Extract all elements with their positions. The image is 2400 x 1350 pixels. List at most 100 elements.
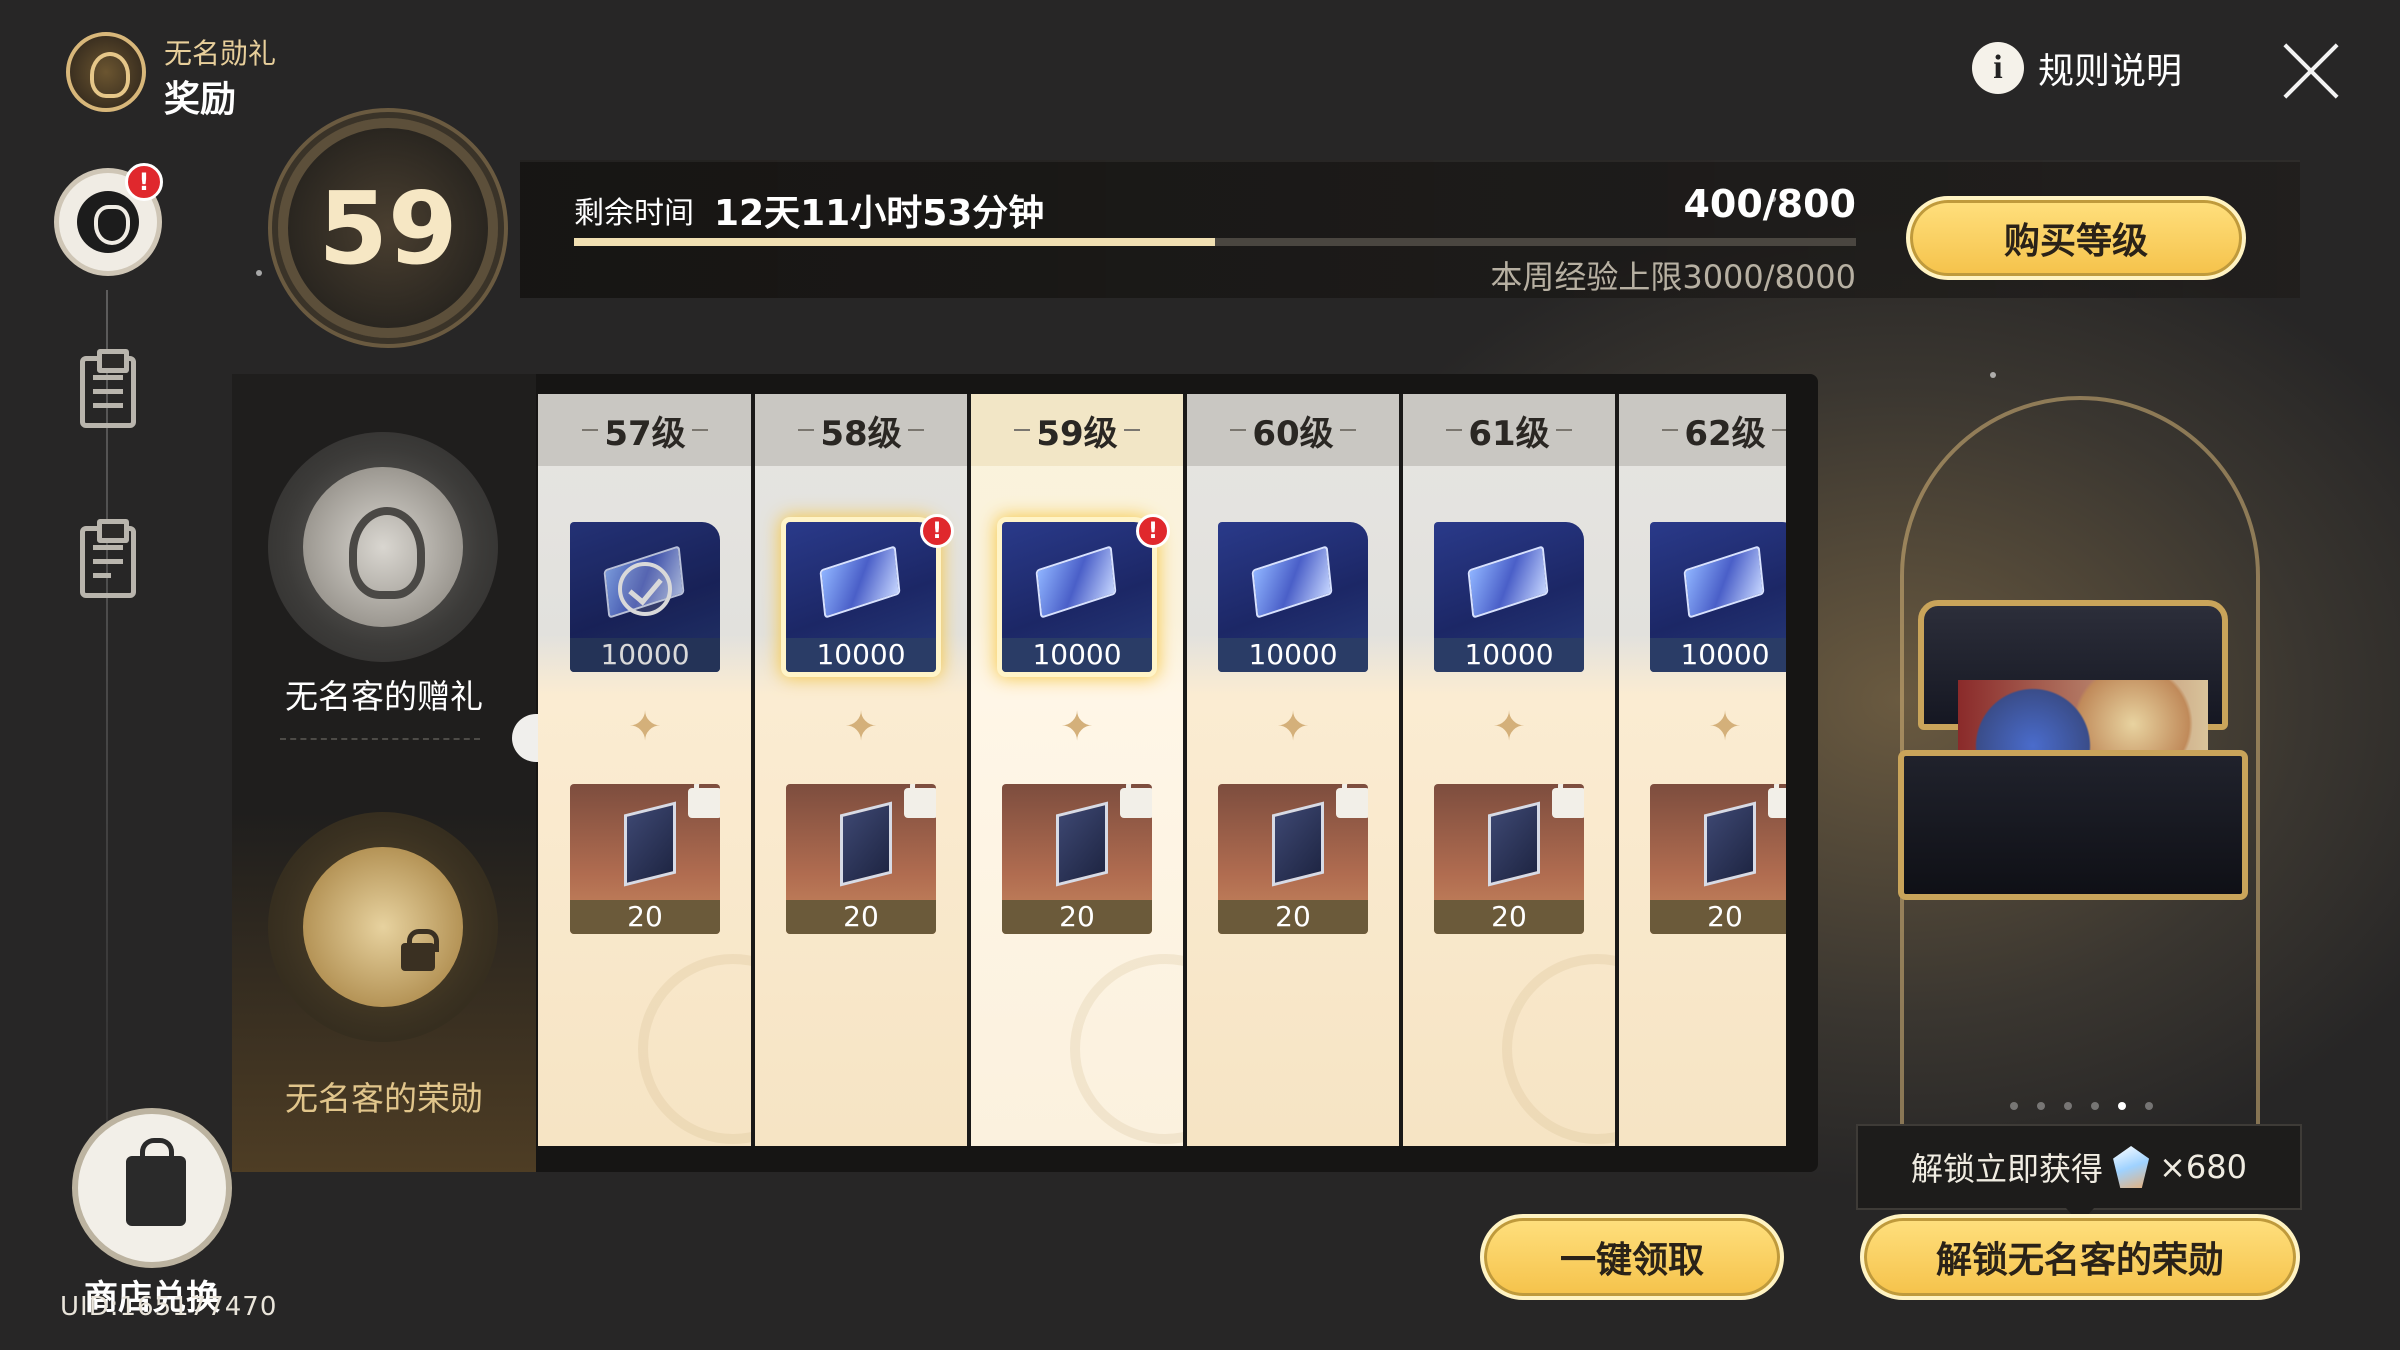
claim-all-button[interactable]: 一键领取 xyxy=(1480,1214,1784,1300)
exp-counter: 400/800 xyxy=(1683,182,1856,226)
lock-icon xyxy=(1336,784,1368,818)
premium-reward-card[interactable]: 20 xyxy=(570,784,720,934)
premium-track-emblem-icon xyxy=(268,812,498,1042)
pager-dot[interactable] xyxy=(2064,1102,2072,1110)
lock-icon xyxy=(1768,784,1786,818)
rules-label: 规则说明 xyxy=(2038,51,2183,92)
divider-star-icon: ✦ xyxy=(844,704,878,750)
pass-brand: 无名勋礼 奖励 xyxy=(62,28,362,120)
column-separator xyxy=(1183,394,1187,1146)
premium-reward-card[interactable]: 20 xyxy=(1002,784,1152,934)
book-icon xyxy=(624,801,676,887)
track-sidebar: 无名客的赠礼 无名客的荣勋 xyxy=(232,374,536,1172)
reward-qty: 20 xyxy=(1002,900,1152,934)
pager-dot[interactable] xyxy=(2010,1102,2018,1110)
free-reward-card[interactable]: 10000 xyxy=(786,522,936,672)
track-divider xyxy=(280,738,480,740)
nameless-emblem-icon xyxy=(66,32,146,112)
weekly-exp-cap: 本周经验上限3000/8000 xyxy=(1490,258,1856,296)
info-icon: i xyxy=(1972,42,2024,94)
pager-dot[interactable] xyxy=(2091,1102,2099,1110)
claimed-check-icon xyxy=(618,562,672,616)
lock-icon xyxy=(1120,784,1152,818)
free-track-emblem-icon xyxy=(268,432,498,662)
rules-button[interactable]: i 规则说明 xyxy=(1972,38,2182,98)
unlock-premium-button[interactable]: 解锁无名客的荣勋 xyxy=(1860,1214,2300,1300)
gift-pass-icon xyxy=(77,191,139,253)
notification-badge: ! xyxy=(125,163,163,201)
free-reward-card[interactable]: 10000 xyxy=(1002,522,1152,672)
book-icon xyxy=(840,801,892,887)
reward-column: 60级 10000 ✦ 20 xyxy=(1186,394,1400,1146)
reward-qty: 10000 xyxy=(1002,638,1152,672)
reward-columns[interactable]: 57级 10000 ✦ 20 58级 10000! ✦ 20 59级 10000! ✦ 20 60级 10… xyxy=(538,394,1786,1146)
remaining-time-value: 12天11小时53分钟 xyxy=(714,193,1045,234)
lock-icon xyxy=(1552,784,1584,818)
book-icon xyxy=(1056,801,1108,887)
column-separator xyxy=(1615,394,1619,1146)
pass-subtitle: 无名勋礼 xyxy=(164,37,277,70)
page-title: 奖励 xyxy=(164,79,237,120)
free-reward-card[interactable]: 10000 xyxy=(1218,522,1368,672)
reward-column: 57级 10000 ✦ 20 xyxy=(538,394,828,1146)
free-reward-card[interactable]: 10000 xyxy=(1650,522,1786,672)
uid-text: UID:165177470 xyxy=(60,1292,278,1322)
unlock-tooltip: 解锁立即获得 ×680 xyxy=(1856,1124,2302,1224)
pager-dot[interactable] xyxy=(2037,1102,2045,1110)
level-label: 62级 xyxy=(1684,413,1766,454)
divider-star-icon: ✦ xyxy=(628,704,662,750)
level-label: 57级 xyxy=(604,413,686,454)
premium-reward-card[interactable]: 20 xyxy=(1218,784,1368,934)
claimable-badge: ! xyxy=(920,514,954,548)
reward-column: 62级 10000 ✦ 20 xyxy=(1618,394,1786,1146)
close-icon[interactable] xyxy=(2276,36,2346,106)
free-reward-card[interactable]: 10000 xyxy=(570,522,720,672)
premium-reward-card[interactable]: 20 xyxy=(1434,784,1584,934)
reward-chest-image[interactable] xyxy=(1898,600,2266,910)
reward-qty: 10000 xyxy=(1434,638,1584,672)
exp-progress-fill xyxy=(574,238,1215,246)
reward-qty: 10000 xyxy=(570,638,720,672)
pass-card-icon xyxy=(819,545,901,619)
level-header: 58级 xyxy=(754,394,968,466)
buy-level-button[interactable]: 购买等级 xyxy=(1906,196,2246,280)
free-reward-card[interactable]: 10000 xyxy=(1434,522,1584,672)
divider-star-icon: ✦ xyxy=(1708,704,1742,750)
claimable-badge: ! xyxy=(1136,514,1170,548)
reward-column: 61级 10000 ✦ 20 xyxy=(1402,394,1692,1146)
nav-gift-pass[interactable]: ! xyxy=(54,163,163,276)
level-label: 58级 xyxy=(820,413,902,454)
reward-qty: 20 xyxy=(1650,900,1786,934)
lock-icon xyxy=(688,784,720,818)
pass-card-icon xyxy=(1035,545,1117,619)
level-header: 62级 xyxy=(1618,394,1786,466)
divider-star-icon: ✦ xyxy=(1492,704,1526,750)
divider-star-icon: ✦ xyxy=(1276,704,1310,750)
premium-reward-card[interactable]: 20 xyxy=(1650,784,1786,934)
reward-qty: 10000 xyxy=(1218,638,1368,672)
reward-qty: 20 xyxy=(1434,900,1584,934)
divider-star-icon: ✦ xyxy=(1060,704,1094,750)
level-header: 57级 xyxy=(538,394,752,466)
reward-column: 58级 10000! ✦ 20 xyxy=(754,394,968,1146)
stellar-jade-icon xyxy=(2113,1146,2150,1188)
pass-card-icon xyxy=(1467,545,1549,619)
reward-qty: 10000 xyxy=(786,638,936,672)
reward-qty: 20 xyxy=(1218,900,1368,934)
current-level: 59 xyxy=(318,169,458,287)
reward-qty: 10000 xyxy=(1650,638,1786,672)
column-separator xyxy=(751,394,755,1146)
nav-missions-clipboard-icon[interactable] xyxy=(80,349,136,428)
pager-dot[interactable] xyxy=(2118,1102,2126,1110)
level-header: 59级 xyxy=(970,394,1184,466)
reward-qty: 20 xyxy=(786,900,936,934)
level-header: 60级 xyxy=(1186,394,1400,466)
column-separator xyxy=(967,394,971,1146)
nav-log-search-icon[interactable] xyxy=(80,519,136,598)
book-icon xyxy=(1272,801,1324,887)
premium-reward-card[interactable]: 20 xyxy=(786,784,936,934)
level-header: 61级 xyxy=(1402,394,1616,466)
level-label: 61级 xyxy=(1468,413,1550,454)
lock-icon xyxy=(904,784,936,818)
pager-dot[interactable] xyxy=(2145,1102,2153,1110)
